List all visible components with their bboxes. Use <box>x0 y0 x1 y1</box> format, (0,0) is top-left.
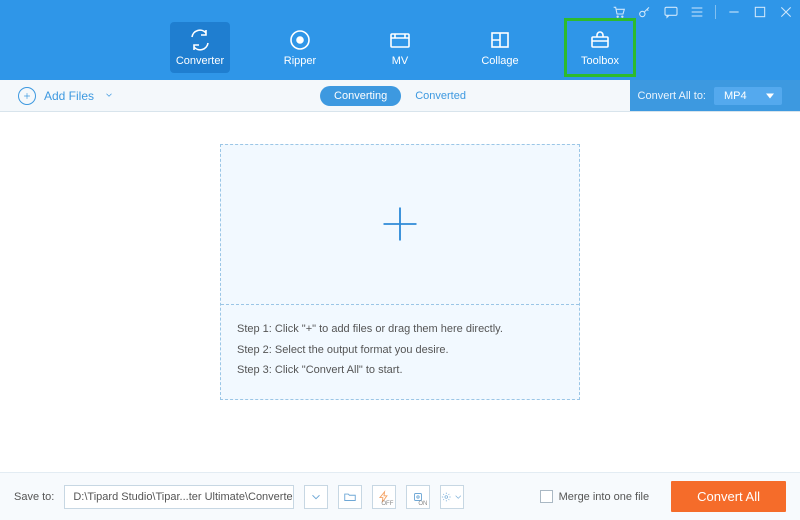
settings-button[interactable] <box>440 485 464 509</box>
plus-circle-icon <box>18 87 36 105</box>
tab-toolbox[interactable]: Toolbox <box>570 22 630 73</box>
folder-icon <box>343 490 357 504</box>
toolbox-icon <box>588 28 612 52</box>
spacer <box>0 432 800 472</box>
key-icon[interactable] <box>637 4 653 20</box>
save-to-label: Save to: <box>14 491 54 503</box>
tab-label: MV <box>392 55 409 67</box>
checkbox-icon <box>540 490 553 503</box>
subtab-converting[interactable]: Converting <box>320 86 401 106</box>
tab-converter[interactable]: Converter <box>170 22 230 73</box>
dropzone: Step 1: Click "+" to add files or drag t… <box>220 144 580 401</box>
maximize-icon[interactable] <box>752 4 768 20</box>
add-files-button[interactable]: Add Files <box>18 87 114 105</box>
save-path-dropdown[interactable] <box>304 485 328 509</box>
tab-label: Collage <box>481 55 518 67</box>
chat-icon[interactable] <box>663 4 679 20</box>
chevron-down-icon <box>309 490 323 504</box>
tab-label: Toolbox <box>581 55 619 67</box>
tab-ripper[interactable]: Ripper <box>270 22 330 73</box>
plus-icon <box>378 202 422 246</box>
subtabs: Converting Converted <box>320 86 480 106</box>
converter-icon <box>188 28 212 52</box>
chevron-down-icon <box>453 490 464 504</box>
chevron-down-icon <box>104 89 114 103</box>
tab-mv[interactable]: MV <box>370 22 430 73</box>
off-label: OFF <box>381 501 393 507</box>
convert-all-button[interactable]: Convert All <box>671 481 786 512</box>
instruction-steps: Step 1: Click "+" to add files or drag t… <box>221 305 579 400</box>
gpu-on-button[interactable]: ON <box>406 485 430 509</box>
step-text: Step 2: Select the output format you des… <box>237 340 563 361</box>
header-bar: Converter Ripper MV Collage Toolbox <box>0 0 800 80</box>
minimize-icon[interactable] <box>726 4 742 20</box>
footer-bar: Save to: D:\Tipard Studio\Tipar...ter Ul… <box>0 472 800 520</box>
tab-label: Ripper <box>284 55 316 67</box>
collage-icon <box>488 28 512 52</box>
add-files-label: Add Files <box>44 89 94 103</box>
subtab-converted[interactable]: Converted <box>401 86 480 106</box>
step-text: Step 1: Click "+" to add files or drag t… <box>237 319 563 340</box>
output-format-select[interactable]: MP4 <box>714 87 782 105</box>
tab-label: Converter <box>176 55 224 67</box>
mv-icon <box>388 28 412 52</box>
hamburger-icon[interactable] <box>689 4 705 20</box>
main-area: Step 1: Click "+" to add files or drag t… <box>0 112 800 432</box>
step-text: Step 3: Click "Convert All" to start. <box>237 360 563 381</box>
open-folder-button[interactable] <box>338 485 362 509</box>
add-files-dropzone[interactable] <box>221 145 579 305</box>
sub-toolbar: Add Files Converting Converted Convert A… <box>0 80 800 112</box>
lightning-off-button[interactable]: OFF <box>372 485 396 509</box>
ripper-icon <box>288 28 312 52</box>
on-label: ON <box>418 501 427 507</box>
gear-icon <box>441 490 452 504</box>
convert-all-label: Convert All to: <box>638 90 706 102</box>
tab-collage[interactable]: Collage <box>470 22 530 73</box>
titlebar-divider <box>715 5 716 19</box>
close-icon[interactable] <box>778 4 794 20</box>
save-to-path-field[interactable]: D:\Tipard Studio\Tipar...ter Ultimate\Co… <box>64 485 294 509</box>
merge-checkbox[interactable]: Merge into one file <box>540 490 650 503</box>
convert-all-to: Convert All to: MP4 <box>638 87 782 105</box>
titlebar-controls <box>611 4 794 20</box>
merge-label: Merge into one file <box>559 491 650 503</box>
